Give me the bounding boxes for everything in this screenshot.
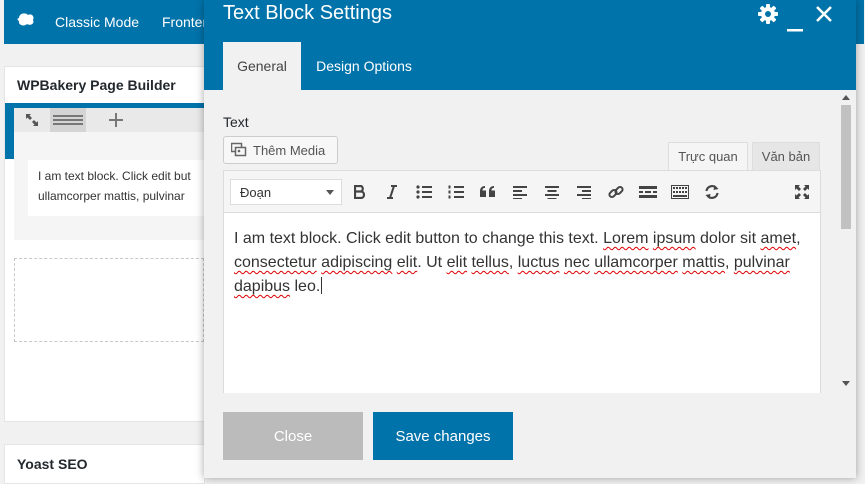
close-icon[interactable] [816, 6, 832, 27]
content-text: , [724, 254, 734, 271]
align-left-icon[interactable] [507, 179, 533, 205]
wpbakery-logo-icon[interactable] [16, 12, 36, 35]
misspelled-word: ipsum [652, 230, 696, 247]
page-builder-title: WPBakery Page Builder [17, 77, 176, 93]
format-select[interactable]: Đoạn [230, 179, 342, 205]
bullet-list-icon[interactable] [411, 179, 437, 205]
scroll-up-icon[interactable] [842, 95, 850, 100]
refresh-icon[interactable] [699, 179, 725, 205]
text-element-preview-line: I am text block. Click edit but [38, 169, 191, 183]
misspelled-word: ullamcorper [594, 254, 678, 271]
gear-icon[interactable] [758, 4, 778, 29]
misspelled-word: Lorem [603, 230, 649, 247]
align-center-icon[interactable] [539, 179, 565, 205]
row-controls [14, 108, 204, 132]
misspelled-word: elit [446, 254, 468, 271]
tab-text-editor[interactable]: Văn bản [752, 142, 820, 170]
content-text: . Ut [417, 254, 447, 271]
builder-column: I am text block. Click edit but ullamcor… [14, 132, 204, 240]
row-layout-icon[interactable] [50, 108, 86, 132]
misspelled-word: consectetur [234, 254, 317, 271]
chevron-down-icon [326, 190, 334, 195]
content-text: dolor sit [695, 230, 761, 247]
blockquote-icon[interactable] [475, 179, 501, 205]
misspelled-word: pulvinar [733, 254, 790, 271]
misspelled-word: tellus [471, 254, 509, 271]
scroll-down-icon[interactable] [842, 381, 850, 386]
editor-content-area[interactable]: I am text block. Click edit button to ch… [224, 213, 820, 393]
close-button[interactable]: Close [223, 412, 363, 460]
toolbar-toggle-icon[interactable] [667, 179, 693, 205]
add-media-button[interactable]: Thêm Media [223, 136, 338, 164]
minimize-icon[interactable] [787, 19, 803, 37]
link-icon[interactable] [603, 179, 629, 205]
save-changes-button[interactable]: Save changes [373, 412, 513, 460]
fullscreen-icon[interactable] [789, 179, 815, 205]
classic-mode-button[interactable]: Classic Mode [55, 14, 139, 30]
text-field-label: Text [223, 114, 249, 130]
add-media-icon [230, 141, 247, 160]
content-text: , [508, 254, 518, 271]
row-add-icon[interactable] [98, 108, 134, 132]
content-text: , [796, 230, 801, 247]
yoast-seo-panel: Yoast SEO [4, 444, 205, 484]
misspelled-word: nec [563, 254, 590, 271]
modal-body: Text Thêm Media Trực quan Văn bản Đoạn I… [204, 90, 856, 393]
text-block-settings-modal: Text Block Settings General Design Optio… [204, 0, 856, 478]
align-right-icon[interactable] [571, 179, 597, 205]
content-text: I am text block. Click edit button to ch… [234, 230, 604, 247]
italic-icon[interactable] [379, 179, 405, 205]
rich-text-editor: Đoạn I am text block. Click edit button … [223, 170, 821, 393]
misspelled-word: dapibus [234, 278, 291, 295]
modal-header: Text Block Settings General Design Optio… [204, 0, 856, 90]
modal-footer: Close Save changes [204, 393, 856, 478]
text-block-element[interactable]: I am text block. Click edit but ullamcor… [28, 160, 204, 216]
tab-visual-editor[interactable]: Trực quan [668, 142, 748, 170]
tab-general[interactable]: General [223, 42, 301, 90]
modal-title: Text Block Settings [223, 2, 392, 24]
add-media-label: Thêm Media [253, 142, 326, 158]
scrollbar-thumb[interactable] [841, 105, 851, 229]
misspelled-word: elit [396, 254, 418, 271]
misspelled-word: mattis [682, 254, 725, 271]
misspelled-word: amet [760, 230, 797, 247]
text-element-preview-line: ullamcorper mattis, pulvinar [38, 189, 185, 203]
tab-design-options[interactable]: Design Options [306, 42, 422, 90]
yoast-seo-title: Yoast SEO [17, 456, 88, 472]
content-text: leo. [290, 278, 321, 295]
editor-toolbar: Đoạn [224, 171, 820, 213]
empty-row-dropzone[interactable] [14, 258, 204, 342]
text-cursor [321, 277, 323, 294]
misspelled-word: adipiscing [321, 254, 393, 271]
bold-icon[interactable] [347, 179, 373, 205]
row-expand-icon[interactable] [14, 108, 50, 132]
misspelled-word: luctus [517, 254, 560, 271]
numbered-list-icon[interactable] [443, 179, 469, 205]
read-more-icon[interactable] [635, 179, 661, 205]
format-select-value: Đoạn [240, 184, 272, 200]
